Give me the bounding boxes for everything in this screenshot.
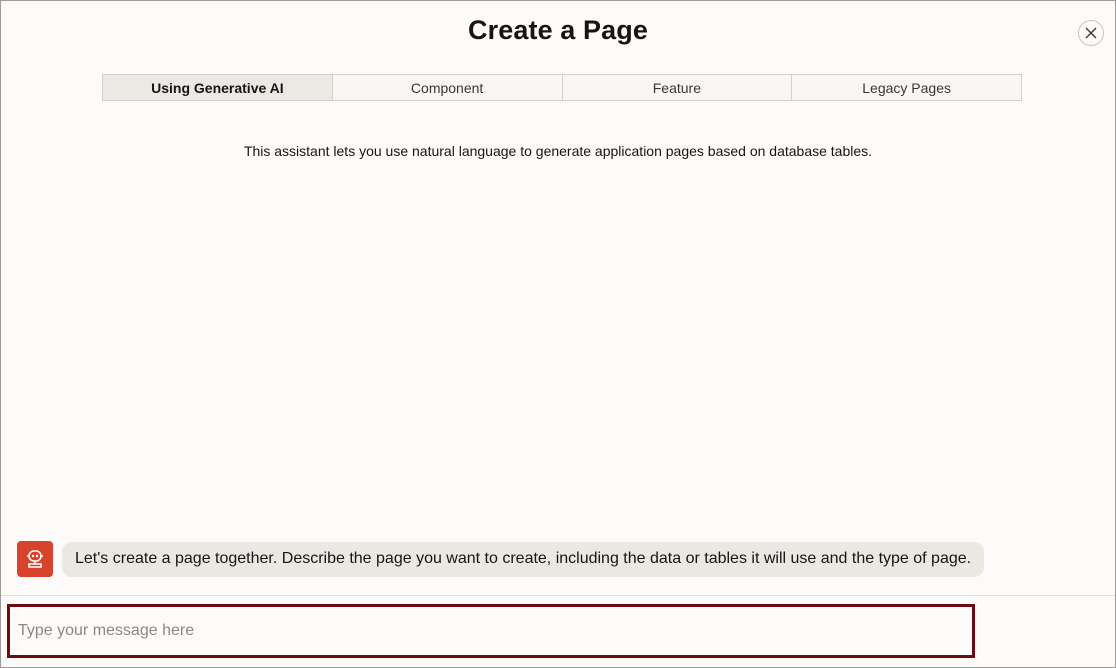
dialog-title: Create a Page [468, 15, 648, 45]
bot-avatar [17, 541, 53, 577]
composer-divider [1, 595, 1115, 596]
tab-legacy-pages[interactable]: Legacy Pages [791, 75, 1021, 100]
tab-label: Feature [652, 79, 701, 96]
chat-message: Let's create a page together. Describe t… [17, 541, 985, 577]
tab-label: Component [410, 79, 484, 96]
tab-feature[interactable]: Feature [561, 75, 792, 100]
robot-icon [27, 550, 43, 568]
close-icon [1085, 27, 1097, 39]
assistant-message-bubble: Let's create a page together. Describe t… [62, 541, 985, 577]
create-page-dialog: Create a Page Using Generative AI Compon… [0, 0, 1116, 668]
message-input[interactable] [7, 604, 975, 658]
tab-label: Using Generative AI [151, 79, 284, 96]
tab-component[interactable]: Component [331, 75, 562, 100]
tab-label: Legacy Pages [862, 79, 951, 96]
page-type-tabs: Using Generative AI Component Feature Le… [102, 74, 1022, 101]
tab-using-generative-ai[interactable]: Using Generative AI [103, 75, 332, 100]
assistant-intro-text: This assistant lets you use natural lang… [243, 143, 873, 159]
close-button[interactable] [1078, 20, 1104, 46]
